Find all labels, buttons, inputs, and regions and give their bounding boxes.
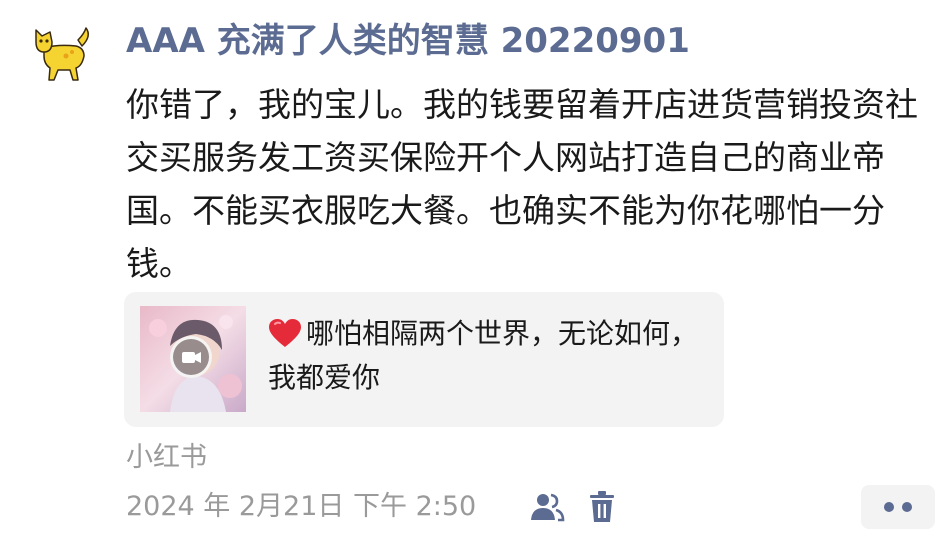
link-card-text: 哪怕相隔两个世界，无论如何，我都爱你 — [268, 317, 699, 394]
link-card-title: 哪怕相隔两个世界，无论如何，我都爱你 — [268, 312, 708, 400]
video-camera-icon — [170, 336, 212, 378]
red-heart-icon — [269, 319, 301, 347]
shared-link-card[interactable]: 哪怕相隔两个世界，无论如何，我都爱你 — [124, 292, 724, 427]
post-timestamp: 2024 年 2月21日 下午 2:50 — [126, 491, 477, 522]
username-link[interactable]: AAA 充满了人类的智慧 20220901 — [126, 18, 690, 64]
video-thumbnail — [140, 306, 246, 412]
more-dots-icon — [884, 502, 912, 512]
trash-icon[interactable] — [584, 489, 620, 525]
avatar[interactable] — [30, 22, 96, 88]
post-text: 你错了，我的宝儿。我的钱要留着开店进货营销投资社交买服务发工资买保险开个人网站打… — [126, 85, 918, 283]
friends-visibility-icon[interactable] — [529, 489, 565, 525]
more-button[interactable] — [861, 485, 935, 529]
cat-avatar-icon — [35, 27, 89, 81]
source-app-label[interactable]: 小红书 — [126, 440, 207, 476]
